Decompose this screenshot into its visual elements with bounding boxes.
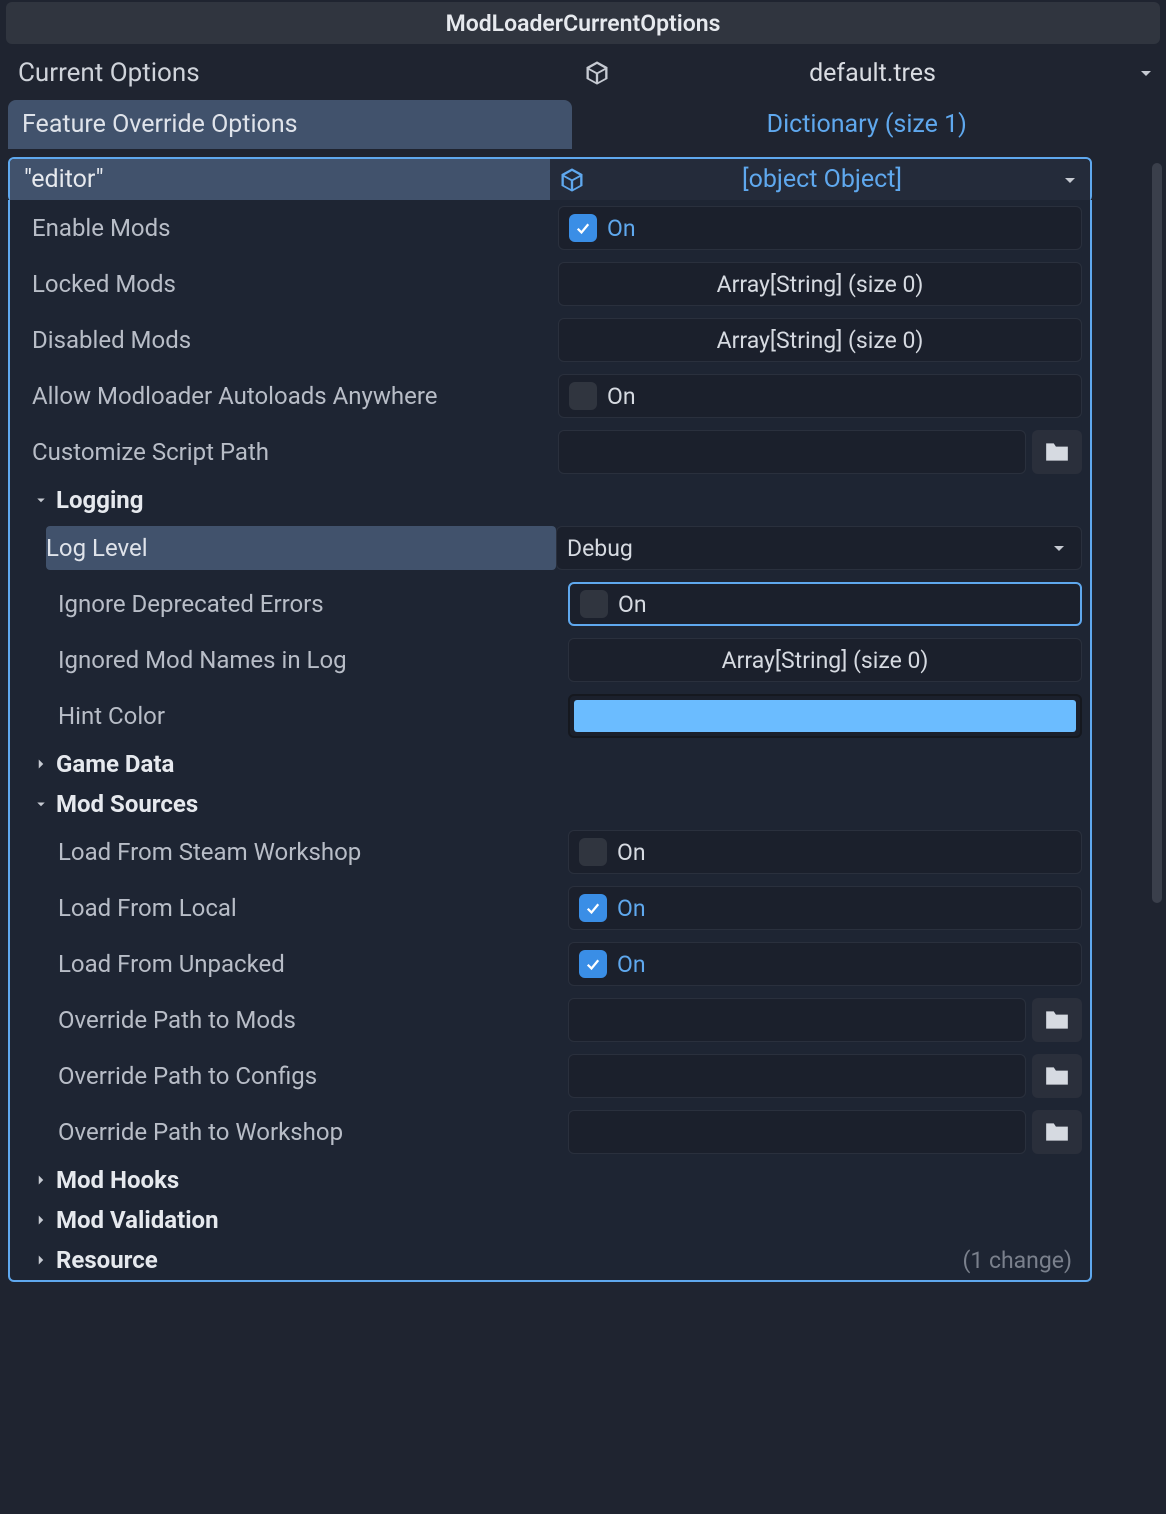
- path-input[interactable]: [568, 1110, 1026, 1154]
- color-swatch: [574, 700, 1076, 732]
- array-button-locked-mods[interactable]: Array[String] (size 0): [558, 262, 1082, 306]
- chevron-down-icon[interactable]: [1134, 61, 1158, 85]
- prop-label: Ignored Mod Names in Log: [58, 646, 568, 674]
- caret-right-icon: [32, 1251, 50, 1269]
- prop-ignore-deprecated: Ignore Deprecated Errors On: [10, 576, 1090, 632]
- checkbox-ignore-deprecated[interactable]: On: [568, 582, 1082, 626]
- checkbox-load-unpacked[interactable]: On: [568, 942, 1082, 986]
- section-mod-sources[interactable]: Mod Sources: [10, 784, 1090, 824]
- feature-override-summary[interactable]: Dictionary (size 1): [576, 100, 1159, 149]
- checkbox-icon: [569, 214, 597, 242]
- caret-right-icon: [32, 1211, 50, 1229]
- checkbox-icon: [579, 838, 607, 866]
- prop-load-unpacked: Load From Unpacked On: [10, 936, 1090, 992]
- class-name: ModLoaderCurrentOptions: [446, 10, 721, 37]
- prop-label: Log Level: [46, 526, 556, 570]
- prop-override-mods: Override Path to Mods: [10, 992, 1090, 1048]
- feature-override-tab[interactable]: Feature Override Options: [8, 100, 572, 149]
- path-input[interactable]: [568, 998, 1026, 1042]
- path-input[interactable]: [568, 1054, 1026, 1098]
- current-options-resource[interactable]: default.tres: [583, 59, 1158, 88]
- section-resource[interactable]: Resource (1 change): [10, 1240, 1090, 1280]
- prop-enable-mods: Enable Mods On: [10, 200, 1090, 256]
- caret-down-icon: [32, 491, 50, 509]
- current-options-label: Current Options: [8, 58, 583, 88]
- folder-icon: [1044, 1009, 1070, 1031]
- caret-right-icon: [32, 755, 50, 773]
- prop-label: Allow Modloader Autoloads Anywhere: [18, 382, 558, 410]
- path-input[interactable]: [558, 430, 1026, 474]
- section-mod-validation[interactable]: Mod Validation: [10, 1200, 1090, 1240]
- feature-override-row: Feature Override Options Dictionary (siz…: [0, 100, 1166, 149]
- prop-hint-color: Hint Color: [10, 688, 1090, 744]
- prop-label: Load From Unpacked: [58, 950, 568, 978]
- resource-name: [object Object]: [586, 165, 1058, 194]
- prop-label: Load From Steam Workshop: [58, 838, 568, 866]
- prop-load-local: Load From Local On: [10, 880, 1090, 936]
- prop-label: Override Path to Mods: [58, 1006, 568, 1034]
- resource-properties-panel: Enable Mods On Locked Mods Array[String]…: [8, 200, 1092, 1282]
- prop-label: Override Path to Configs: [58, 1062, 568, 1090]
- checkbox-icon: [569, 382, 597, 410]
- caret-right-icon: [32, 1171, 50, 1189]
- resource-icon: [558, 166, 586, 194]
- folder-icon: [1044, 1065, 1070, 1087]
- browse-button[interactable]: [1032, 998, 1082, 1042]
- prop-override-configs: Override Path to Configs: [10, 1048, 1090, 1104]
- checkbox-icon: [580, 590, 608, 618]
- section-mod-hooks[interactable]: Mod Hooks: [10, 1160, 1090, 1200]
- prop-label: Hint Color: [58, 702, 568, 730]
- inspector-header: ModLoaderCurrentOptions: [6, 2, 1160, 44]
- dict-value-resource[interactable]: [object Object]: [550, 159, 1090, 200]
- prop-allow-autoloads: Allow Modloader Autoloads Anywhere On: [10, 368, 1090, 424]
- dictionary-entry-panel: "editor" [object Object]: [8, 157, 1092, 202]
- prop-log-level: Log Level Debug: [10, 520, 1090, 576]
- browse-button[interactable]: [1032, 430, 1082, 474]
- checkbox-allow-autoloads[interactable]: On: [558, 374, 1082, 418]
- prop-label: Load From Local: [58, 894, 568, 922]
- prop-locked-mods: Locked Mods Array[String] (size 0): [10, 256, 1090, 312]
- browse-button[interactable]: [1032, 1054, 1082, 1098]
- section-game-data[interactable]: Game Data: [10, 744, 1090, 784]
- prop-label: Disabled Mods: [18, 326, 558, 354]
- resource-icon: [583, 59, 611, 87]
- checkbox-enable-mods[interactable]: On: [558, 206, 1082, 250]
- prop-disabled-mods: Disabled Mods Array[String] (size 0): [10, 312, 1090, 368]
- current-options-row: Current Options default.tres: [0, 46, 1166, 100]
- prop-customize-script-path: Customize Script Path: [10, 424, 1090, 480]
- chevron-down-icon[interactable]: [1058, 168, 1082, 192]
- prop-load-steam: Load From Steam Workshop On: [10, 824, 1090, 880]
- prop-override-workshop: Override Path to Workshop: [10, 1104, 1090, 1160]
- section-logging[interactable]: Logging: [10, 480, 1090, 520]
- prop-label: Locked Mods: [18, 270, 558, 298]
- dict-key-label[interactable]: "editor": [10, 159, 550, 200]
- browse-button[interactable]: [1032, 1110, 1082, 1154]
- checkbox-load-steam[interactable]: On: [568, 830, 1082, 874]
- chevron-down-icon: [1047, 536, 1071, 560]
- color-picker-hint-color[interactable]: [568, 694, 1082, 738]
- caret-down-icon: [32, 795, 50, 813]
- checkbox-icon: [579, 950, 607, 978]
- prop-ignored-names: Ignored Mod Names in Log Array[String] (…: [10, 632, 1090, 688]
- resource-name: default.tres: [611, 59, 1134, 88]
- folder-icon: [1044, 441, 1070, 463]
- prop-label: Ignore Deprecated Errors: [58, 590, 568, 618]
- prop-label: Customize Script Path: [18, 438, 558, 466]
- change-note: (1 change): [962, 1247, 1082, 1274]
- folder-icon: [1044, 1121, 1070, 1143]
- checkbox-load-local[interactable]: On: [568, 886, 1082, 930]
- array-button-disabled-mods[interactable]: Array[String] (size 0): [558, 318, 1082, 362]
- prop-label: Override Path to Workshop: [58, 1118, 568, 1146]
- dropdown-log-level[interactable]: Debug: [556, 526, 1082, 570]
- scrollbar-vertical[interactable]: [1152, 163, 1162, 903]
- checkbox-icon: [579, 894, 607, 922]
- prop-label: Enable Mods: [18, 214, 558, 242]
- array-button-ignored-names[interactable]: Array[String] (size 0): [568, 638, 1082, 682]
